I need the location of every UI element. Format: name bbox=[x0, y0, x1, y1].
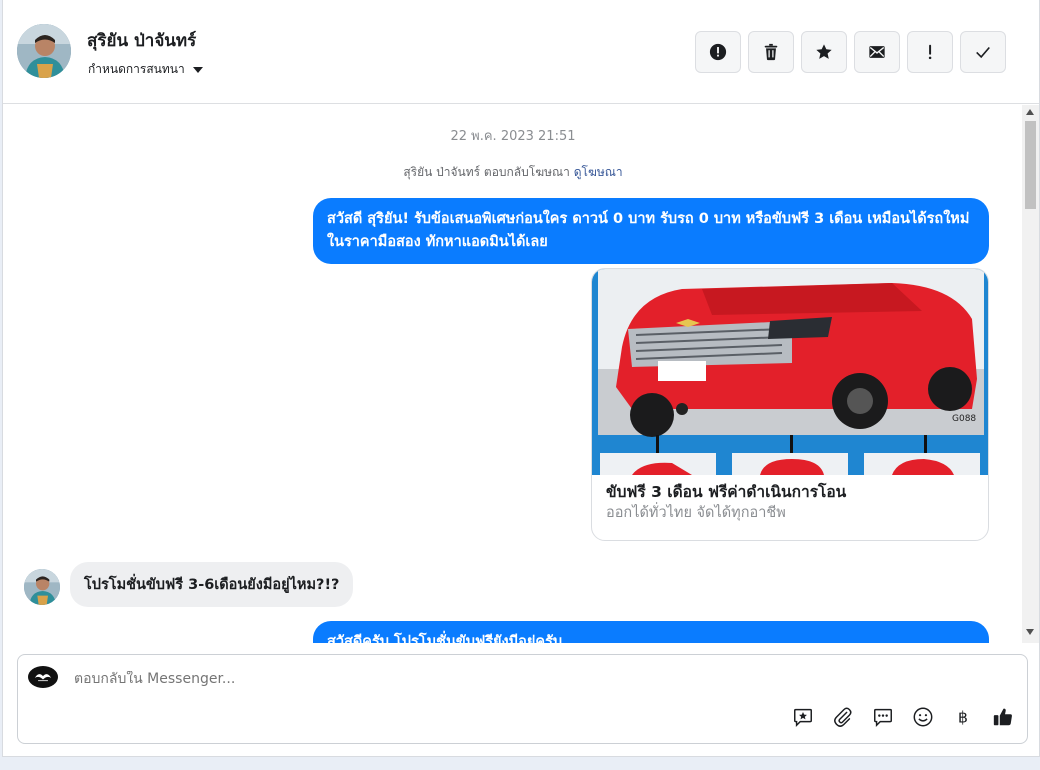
attach-file-button[interactable] bbox=[831, 705, 855, 729]
spam-button[interactable] bbox=[695, 31, 741, 73]
reply-input[interactable] bbox=[74, 671, 674, 687]
ad-card-image: G088 bbox=[592, 269, 988, 475]
scroll-thumb[interactable] bbox=[1025, 121, 1036, 209]
trash-icon bbox=[764, 43, 778, 61]
contact-avatar[interactable] bbox=[17, 24, 71, 78]
outgoing-message: สวัสดีครับ โปรโมชั่นขับฟรียังมีอยู่ครับ bbox=[313, 621, 989, 643]
incoming-message: โปรโมชั่นขับฟรี 3-6เดือนยังมีอยู่ไหม?!? bbox=[70, 562, 354, 607]
attachment-icon bbox=[834, 707, 852, 727]
ad-card[interactable]: G088 ขับฟรี 3 เดือน ฟรีค่าดำเนินการโอน อ… bbox=[591, 268, 989, 541]
ad-card-subtitle: ออกได้ทั่วไทย จัดได้ทุกอาชีพ bbox=[606, 505, 786, 521]
ad-image-code: G088 bbox=[952, 414, 976, 424]
conversation-panel: สุริยัน ป่าจันทร์ กำหนดการสนทนา 22 พ.ค. … bbox=[2, 0, 1040, 757]
follow-up-button[interactable] bbox=[907, 31, 953, 73]
header-actions bbox=[695, 31, 1006, 73]
thumbs-up-icon bbox=[993, 708, 1012, 726]
ad-reply-notice: สุริยัน ป่าจันทร์ ตอบกลับโฆษณา ดูโฆษณา bbox=[3, 163, 1023, 182]
conversation-header: สุริยัน ป่าจันทร์ กำหนดการสนทนา bbox=[3, 0, 1039, 104]
outgoing-message: สวัสดี สุริยัน! รับข้อเสนอพิเศษก่อนใคร ด… bbox=[313, 198, 989, 264]
composer-tools: ฿ bbox=[791, 705, 1015, 729]
check-icon bbox=[976, 46, 990, 59]
mark-done-button[interactable] bbox=[960, 31, 1006, 73]
svg-text:฿: ฿ bbox=[958, 709, 968, 727]
reply-composer: ฿ bbox=[17, 654, 1028, 744]
star-icon bbox=[816, 44, 832, 59]
chat-icon bbox=[874, 708, 892, 728]
contact-avatar-small bbox=[24, 569, 60, 605]
view-ad-link[interactable]: ดูโฆษณา bbox=[574, 165, 623, 179]
delete-button[interactable] bbox=[748, 31, 794, 73]
star-button[interactable] bbox=[801, 31, 847, 73]
page-logo-icon bbox=[28, 666, 58, 688]
envelope-icon bbox=[869, 46, 885, 58]
payment-button[interactable]: ฿ bbox=[951, 705, 975, 729]
thread-scrollbar[interactable] bbox=[1022, 105, 1039, 643]
scroll-up-arrow-icon[interactable] bbox=[1026, 109, 1034, 115]
saved-reply-icon bbox=[794, 708, 812, 728]
baht-icon: ฿ bbox=[958, 709, 968, 727]
thread-timestamp: 22 พ.ค. 2023 21:51 bbox=[450, 129, 576, 144]
emoji-button[interactable] bbox=[911, 705, 935, 729]
alert-circle-icon bbox=[709, 43, 727, 61]
assign-label: กำหนดการสนทนา bbox=[88, 62, 185, 76]
ad-reply-text: สุริยัน ป่าจันทร์ ตอบกลับโฆษณา bbox=[403, 165, 570, 179]
assign-conversation-dropdown[interactable]: กำหนดการสนทนา bbox=[88, 60, 203, 79]
contact-name: สุริยัน ป่าจันทร์ bbox=[87, 31, 197, 51]
quick-reply-button[interactable] bbox=[871, 705, 895, 729]
saved-reply-button[interactable] bbox=[791, 705, 815, 729]
scroll-down-arrow-icon[interactable] bbox=[1026, 629, 1034, 635]
mark-unread-button[interactable] bbox=[854, 31, 900, 73]
message-thread[interactable]: 22 พ.ค. 2023 21:51 สุริยัน ป่าจันทร์ ตอบ… bbox=[3, 105, 1023, 643]
emoji-icon bbox=[913, 707, 933, 727]
caret-down-icon bbox=[192, 66, 203, 73]
exclamation-icon bbox=[928, 44, 932, 60]
like-button[interactable] bbox=[991, 705, 1015, 729]
